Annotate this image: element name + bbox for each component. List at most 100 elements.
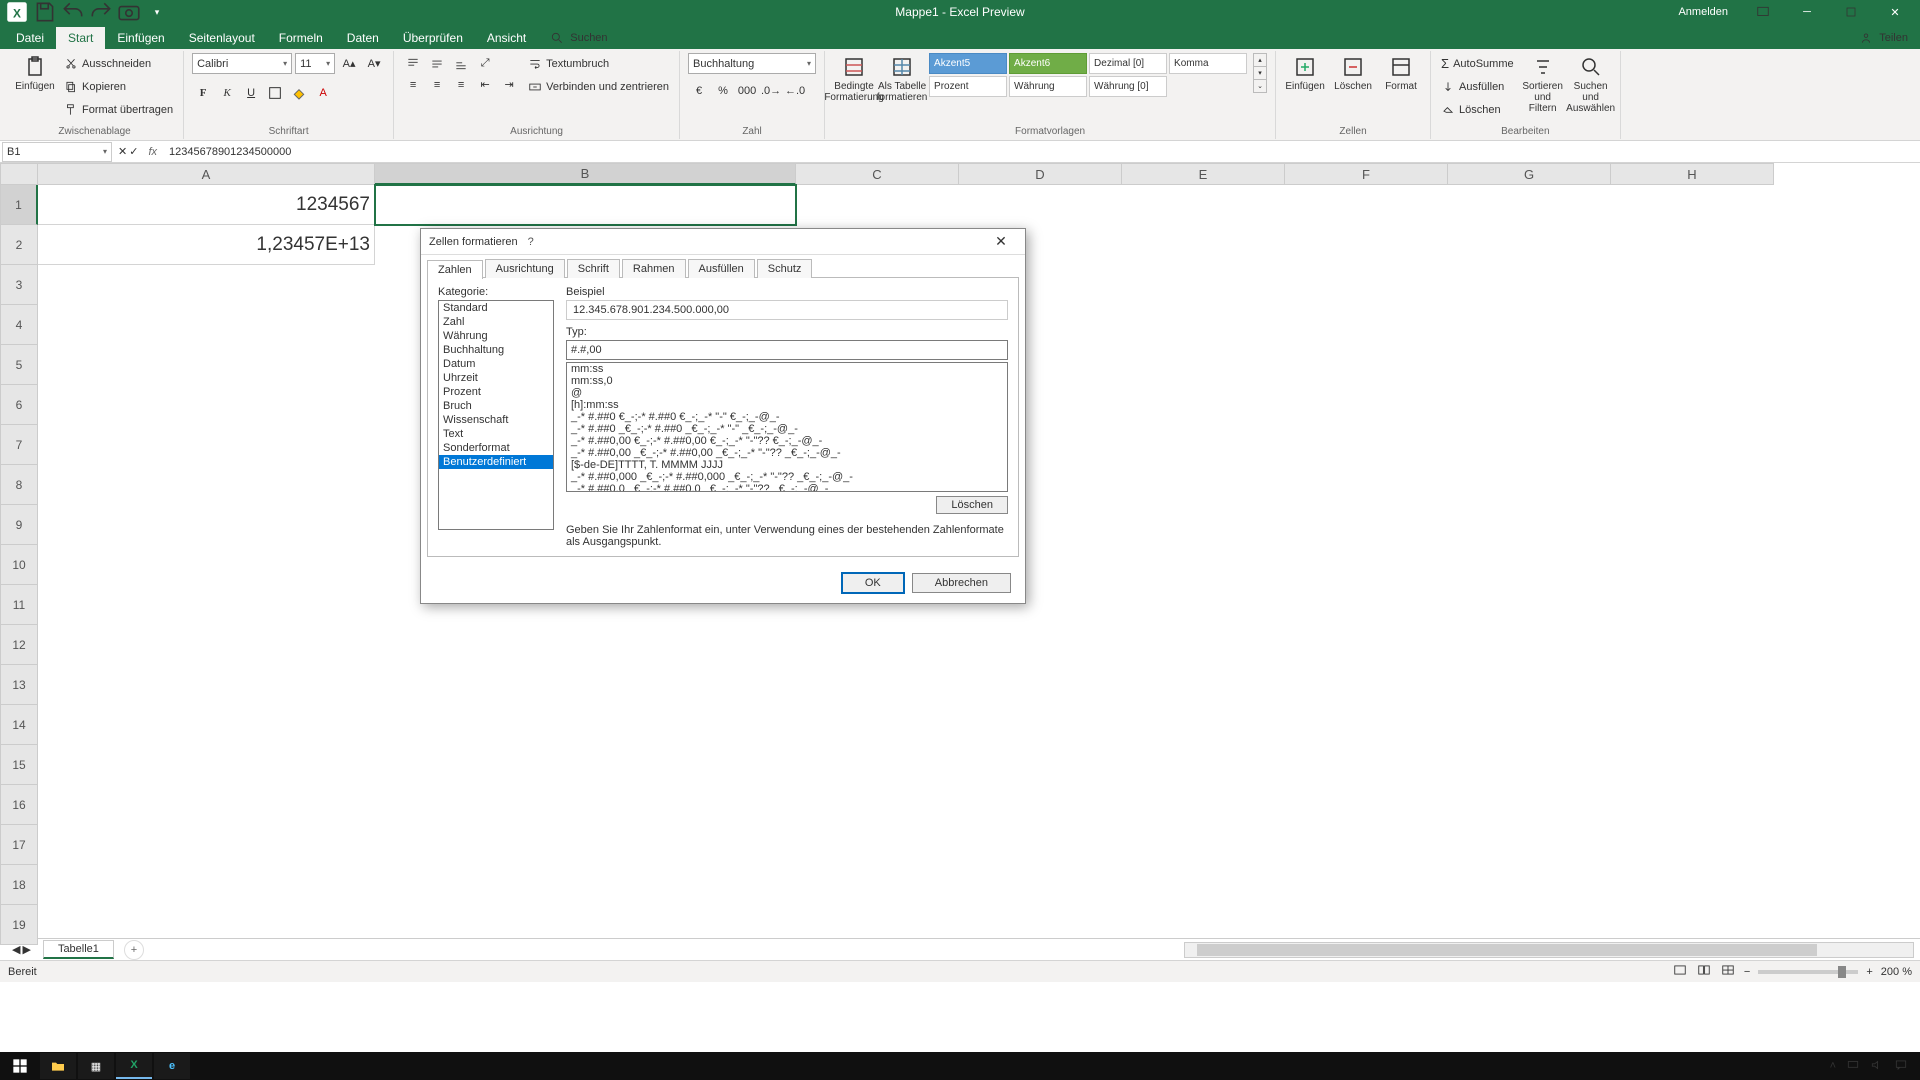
insert-cells-button[interactable]: Einfügen (1284, 53, 1326, 94)
tray-expand-icon[interactable]: ˄ (1830, 1060, 1836, 1072)
share-button[interactable]: Teilen (1847, 27, 1920, 49)
align-bottom-icon[interactable] (450, 53, 472, 74)
format-code-item[interactable]: _-* #.##0 €_-;-* #.##0 €_-;_-* "-" €_-;_… (567, 411, 1007, 423)
col-header-f[interactable]: F (1285, 163, 1448, 185)
category-item[interactable]: Prozent (439, 385, 553, 399)
cell-a2[interactable]: 1,23457E+13 (38, 225, 375, 265)
cell-style-akzent6[interactable]: Akzent6 (1009, 53, 1087, 74)
format-code-item[interactable]: _-* #.##0,0 _€_-;-* #.##0,0 _€_-;_-* "-"… (567, 483, 1007, 492)
format-painter-button[interactable]: Format übertragen (62, 99, 175, 120)
copy-button[interactable]: Kopieren (62, 76, 175, 97)
format-code-item[interactable]: _-* #.##0,00 _€_-;-* #.##0,00 _€_-;_-* "… (567, 447, 1007, 459)
row-header-17[interactable]: 17 (0, 825, 38, 865)
increase-decimal-icon[interactable]: .0→ (760, 80, 782, 101)
dlg-tab-rahmen[interactable]: Rahmen (622, 259, 686, 278)
window-maximize-button[interactable] (1830, 2, 1872, 22)
increase-font-icon[interactable]: A▴ (338, 53, 360, 74)
format-code-item[interactable]: mm:ss,0 (567, 375, 1007, 387)
dialog-help-button[interactable]: ? (518, 236, 544, 248)
comma-style-icon[interactable]: 000 (736, 80, 758, 101)
format-code-item[interactable]: [h]:mm:ss (567, 399, 1007, 411)
cancel-formula-icon[interactable]: ✕ (118, 145, 127, 158)
row-header-11[interactable]: 11 (0, 585, 38, 625)
format-code-item[interactable]: _-* #.##0 _€_-;-* #.##0 _€_-;_-* "-" _€_… (567, 423, 1007, 435)
row-header-3[interactable]: 3 (0, 265, 38, 305)
fill-button-ribbon[interactable]: Ausfüllen (1439, 76, 1516, 97)
row-header-6[interactable]: 6 (0, 385, 38, 425)
bold-button[interactable]: F (192, 82, 214, 103)
fx-icon[interactable]: fx (142, 146, 163, 158)
cell-a1[interactable]: 1234567 (38, 185, 375, 225)
zoom-level[interactable]: 200 % (1881, 966, 1912, 978)
row-header-13[interactable]: 13 (0, 665, 38, 705)
format-code-item[interactable]: _-* #.##0,00 €_-;-* #.##0,00 €_-;_-* "-"… (567, 435, 1007, 447)
cell-style-dezimal0[interactable]: Dezimal [0] (1089, 53, 1167, 74)
view-page-layout-icon[interactable] (1696, 963, 1712, 980)
zoom-out-button[interactable]: − (1744, 966, 1750, 978)
cut-button[interactable]: Ausschneiden (62, 53, 175, 74)
col-header-d[interactable]: D (959, 163, 1122, 185)
conditional-formatting-button[interactable]: Bedingte Formatierung (833, 53, 875, 105)
fill-color-icon[interactable] (288, 82, 310, 103)
category-item[interactable]: Uhrzeit (439, 371, 553, 385)
dlg-tab-zahlen[interactable]: Zahlen (427, 260, 483, 279)
format-code-item[interactable]: @ (567, 387, 1007, 399)
sign-in-button[interactable]: Anmelden (1666, 2, 1740, 22)
merge-center-button[interactable]: Verbinden und zentrieren (526, 76, 671, 97)
cell-style-prozent[interactable]: Prozent (929, 76, 1007, 97)
col-header-c[interactable]: C (796, 163, 959, 185)
category-item[interactable]: Text (439, 427, 553, 441)
decrease-indent-icon[interactable]: ⇤ (474, 74, 496, 95)
align-top-icon[interactable] (402, 53, 424, 74)
category-item[interactable]: Standard (439, 301, 553, 315)
tray-volume-icon[interactable] (1870, 1058, 1884, 1075)
category-listbox[interactable]: StandardZahlWährungBuchhaltungDatumUhrze… (438, 300, 554, 530)
category-item[interactable]: Währung (439, 329, 553, 343)
number-format-combo[interactable]: Buchhaltung▾ (688, 53, 816, 74)
tab-seitenlayout[interactable]: Seitenlayout (177, 27, 267, 49)
category-item[interactable]: Sonderformat (439, 441, 553, 455)
category-item[interactable]: Buchhaltung (439, 343, 553, 357)
align-center-icon[interactable]: ≡ (426, 74, 448, 95)
row-header-7[interactable]: 7 (0, 425, 38, 465)
align-left-icon[interactable]: ≡ (402, 74, 424, 95)
ribbon-display-options-icon[interactable] (1742, 2, 1784, 22)
col-header-h[interactable]: H (1611, 163, 1774, 185)
delete-format-button[interactable]: Löschen (936, 496, 1008, 514)
format-cells-button[interactable]: Format (1380, 53, 1422, 94)
col-header-b[interactable]: B (375, 163, 796, 185)
currency-icon[interactable]: € (688, 80, 710, 101)
font-name-combo[interactable]: Calibri▾ (192, 53, 292, 74)
sort-filter-button[interactable]: Sortieren und Filtern (1522, 53, 1564, 116)
category-item[interactable]: Bruch (439, 399, 553, 413)
format-code-item[interactable]: mm:ss (567, 363, 1007, 375)
decrease-font-icon[interactable]: A▾ (363, 53, 385, 74)
underline-button[interactable]: U (240, 82, 262, 103)
increase-indent-icon[interactable]: ⇥ (498, 74, 520, 95)
delete-cells-button[interactable]: Löschen (1332, 53, 1374, 94)
formula-value[interactable]: 12345678901234500000 (163, 146, 297, 158)
window-close-button[interactable]: ✕ (1874, 2, 1916, 22)
category-item[interactable]: Datum (439, 357, 553, 371)
row-header-2[interactable]: 2 (0, 225, 38, 265)
row-header-10[interactable]: 10 (0, 545, 38, 585)
clear-button[interactable]: Löschen (1439, 99, 1516, 120)
type-format-input[interactable] (566, 340, 1008, 360)
cancel-button[interactable]: Abbrechen (912, 573, 1011, 593)
paste-button[interactable]: Einfügen (14, 53, 56, 94)
taskbar-explorer-icon[interactable] (40, 1053, 76, 1079)
wrap-text-button[interactable]: Textumbruch (526, 53, 671, 74)
align-middle-icon[interactable] (426, 53, 448, 74)
category-item[interactable]: Wissenschaft (439, 413, 553, 427)
orientation-icon[interactable]: ⤢ (474, 53, 496, 74)
camera-icon[interactable] (116, 2, 142, 22)
tab-datei[interactable]: Datei (4, 27, 56, 49)
percent-icon[interactable]: % (712, 80, 734, 101)
ok-button[interactable]: OK (842, 573, 904, 593)
horizontal-scrollbar[interactable] (1184, 942, 1914, 958)
format-code-item[interactable]: [$-de-DE]TTTT, T. MMMM JJJJ (567, 459, 1007, 471)
window-minimize-button[interactable]: ─ (1786, 2, 1828, 22)
start-button[interactable] (2, 1053, 38, 1079)
cell-style-akzent5[interactable]: Akzent5 (929, 53, 1007, 74)
row-header-19[interactable]: 19 (0, 905, 38, 945)
